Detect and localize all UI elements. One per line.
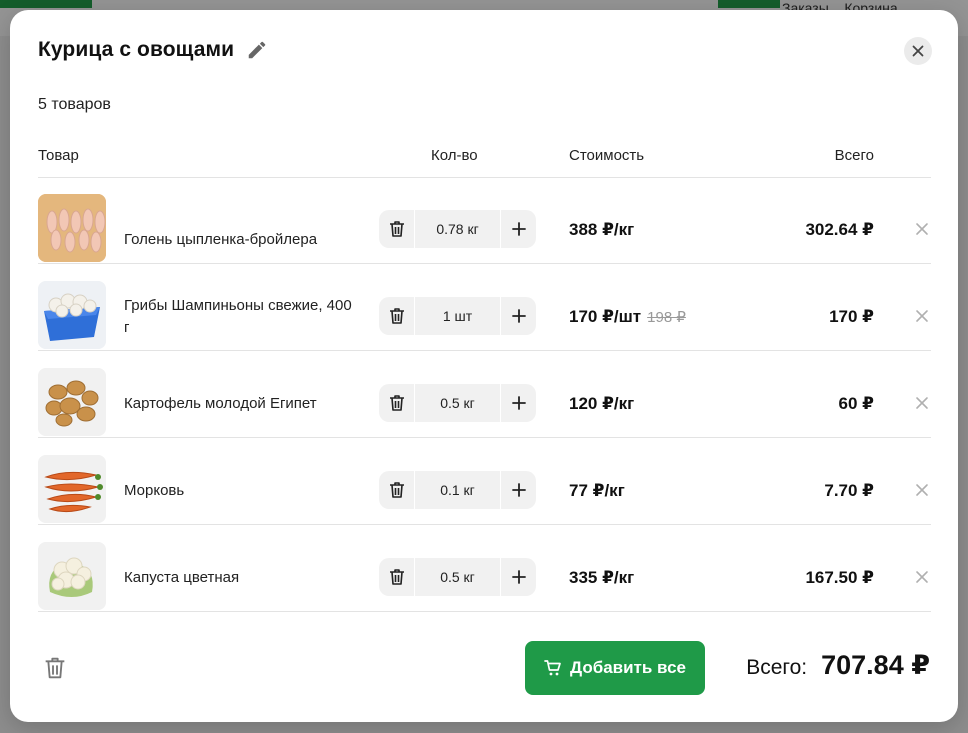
- delete-list-button[interactable]: [44, 656, 66, 680]
- trash-icon: [389, 308, 404, 324]
- unit-price: 388 ₽/кг: [569, 220, 634, 240]
- close-icon: [916, 397, 928, 409]
- product-name[interactable]: Грибы Шампиньоны свежие, 400 г: [124, 295, 354, 339]
- unit-price: 170 ₽/шт 198 ₽: [569, 307, 686, 327]
- quantity-value[interactable]: 0.5 кг: [414, 384, 501, 422]
- row-total: 167.50 ₽: [805, 568, 874, 587]
- increase-button[interactable]: [501, 384, 536, 422]
- decrease-button[interactable]: [379, 558, 414, 596]
- price-value: 388 ₽/кг: [569, 220, 635, 239]
- close-icon: [916, 571, 928, 583]
- unit-price: 120 ₽/кг: [569, 394, 634, 414]
- decrease-button[interactable]: [379, 384, 414, 422]
- product-image-mushrooms: [38, 281, 106, 349]
- trash-icon: [389, 395, 404, 411]
- price-value: 120 ₽/кг: [569, 394, 635, 413]
- table-row: Картофель молодой Египет 0.5 кг 120 ₽/кг…: [38, 351, 931, 438]
- modal-title: Курица с овощами: [38, 38, 235, 61]
- increase-button[interactable]: [501, 558, 536, 596]
- trash-icon: [389, 221, 404, 237]
- quantity-stepper: 0.5 кг: [379, 558, 536, 596]
- product-name[interactable]: Морковь: [124, 480, 354, 502]
- modal-header: Курица с овощами: [38, 38, 268, 62]
- shopping-list-modal: Курица с овощами 5 товаров Товар Кол-во …: [10, 10, 958, 722]
- remove-row-button[interactable]: [913, 568, 931, 586]
- remove-row-button[interactable]: [913, 481, 931, 499]
- table-row: Голень цыпленка-бройлера 0.78 кг 388 ₽/к…: [38, 177, 931, 264]
- close-icon: [912, 45, 924, 57]
- grand-total-value: 707.84 ₽: [821, 650, 930, 680]
- add-all-label: Добавить все: [570, 658, 686, 677]
- increase-button[interactable]: [501, 210, 536, 248]
- product-image-cauliflower: [38, 542, 106, 610]
- quantity-stepper: 0.5 кг: [379, 384, 536, 422]
- decrease-button[interactable]: [379, 297, 414, 335]
- row-total: 170 ₽: [829, 307, 874, 326]
- close-icon: [916, 223, 928, 235]
- column-header-qty: Кол-во: [431, 147, 478, 164]
- close-icon: [916, 484, 928, 496]
- plus-icon: [511, 309, 526, 323]
- remove-row-button[interactable]: [913, 307, 931, 325]
- pencil-icon[interactable]: [246, 39, 268, 61]
- plus-icon: [511, 483, 526, 497]
- product-image-potatoes: [38, 368, 106, 436]
- quantity-stepper: 1 шт: [379, 297, 536, 335]
- plus-icon: [511, 222, 526, 236]
- price-value: 77 ₽/кг: [569, 481, 625, 500]
- product-image-chicken: [38, 194, 106, 262]
- row-total: 7.70 ₽: [824, 481, 874, 500]
- product-list: Голень цыпленка-бройлера 0.78 кг 388 ₽/к…: [38, 177, 931, 612]
- cart-icon: [544, 660, 561, 676]
- table-row: Грибы Шампиньоны свежие, 400 г 1 шт 170 …: [38, 264, 931, 351]
- row-total: 302.64 ₽: [805, 220, 874, 239]
- trash-icon: [389, 482, 404, 498]
- close-icon: [916, 310, 928, 322]
- decrease-button[interactable]: [379, 210, 414, 248]
- column-header-price: Стоимость: [569, 147, 645, 164]
- quantity-value[interactable]: 1 шт: [414, 297, 501, 335]
- table-row: Капуста цветная 0.5 кг 335 ₽/кг 167.50 ₽: [38, 525, 931, 612]
- price-value: 170 ₽/шт: [569, 307, 642, 326]
- increase-button[interactable]: [501, 297, 536, 335]
- add-all-button[interactable]: Добавить все: [525, 641, 705, 695]
- product-image-carrots: [38, 455, 106, 523]
- product-name[interactable]: Картофель молодой Египет: [124, 393, 354, 415]
- old-price: 198 ₽: [647, 309, 686, 326]
- remove-row-button[interactable]: [913, 220, 931, 238]
- increase-button[interactable]: [501, 471, 536, 509]
- quantity-value[interactable]: 0.1 кг: [414, 471, 501, 509]
- unit-price: 77 ₽/кг: [569, 481, 625, 501]
- item-count: 5 товаров: [38, 96, 111, 113]
- price-value: 335 ₽/кг: [569, 568, 635, 587]
- column-header-item: Товар: [38, 147, 79, 164]
- plus-icon: [511, 396, 526, 410]
- column-header-total: Всего: [834, 147, 874, 164]
- quantity-stepper: 0.1 кг: [379, 471, 536, 509]
- quantity-value[interactable]: 0.78 кг: [414, 210, 501, 248]
- product-name[interactable]: Голень цыпленка-бройлера: [124, 229, 354, 251]
- quantity-value[interactable]: 0.5 кг: [414, 558, 501, 596]
- grand-total-label: Всего:: [746, 656, 808, 679]
- decrease-button[interactable]: [379, 471, 414, 509]
- close-button[interactable]: [904, 37, 932, 65]
- remove-row-button[interactable]: [913, 394, 931, 412]
- trash-icon: [45, 657, 65, 679]
- trash-icon: [389, 569, 404, 585]
- table-row: Морковь 0.1 кг 77 ₽/кг 7.70 ₽: [38, 438, 931, 525]
- quantity-stepper: 0.78 кг: [379, 210, 536, 248]
- grand-total: Всего: 707.84 ₽: [746, 650, 930, 681]
- plus-icon: [511, 570, 526, 584]
- product-name[interactable]: Капуста цветная: [124, 567, 354, 589]
- table-header: Товар Кол-во Стоимость Всего: [38, 147, 931, 178]
- row-total: 60 ₽: [838, 394, 874, 413]
- unit-price: 335 ₽/кг: [569, 568, 634, 588]
